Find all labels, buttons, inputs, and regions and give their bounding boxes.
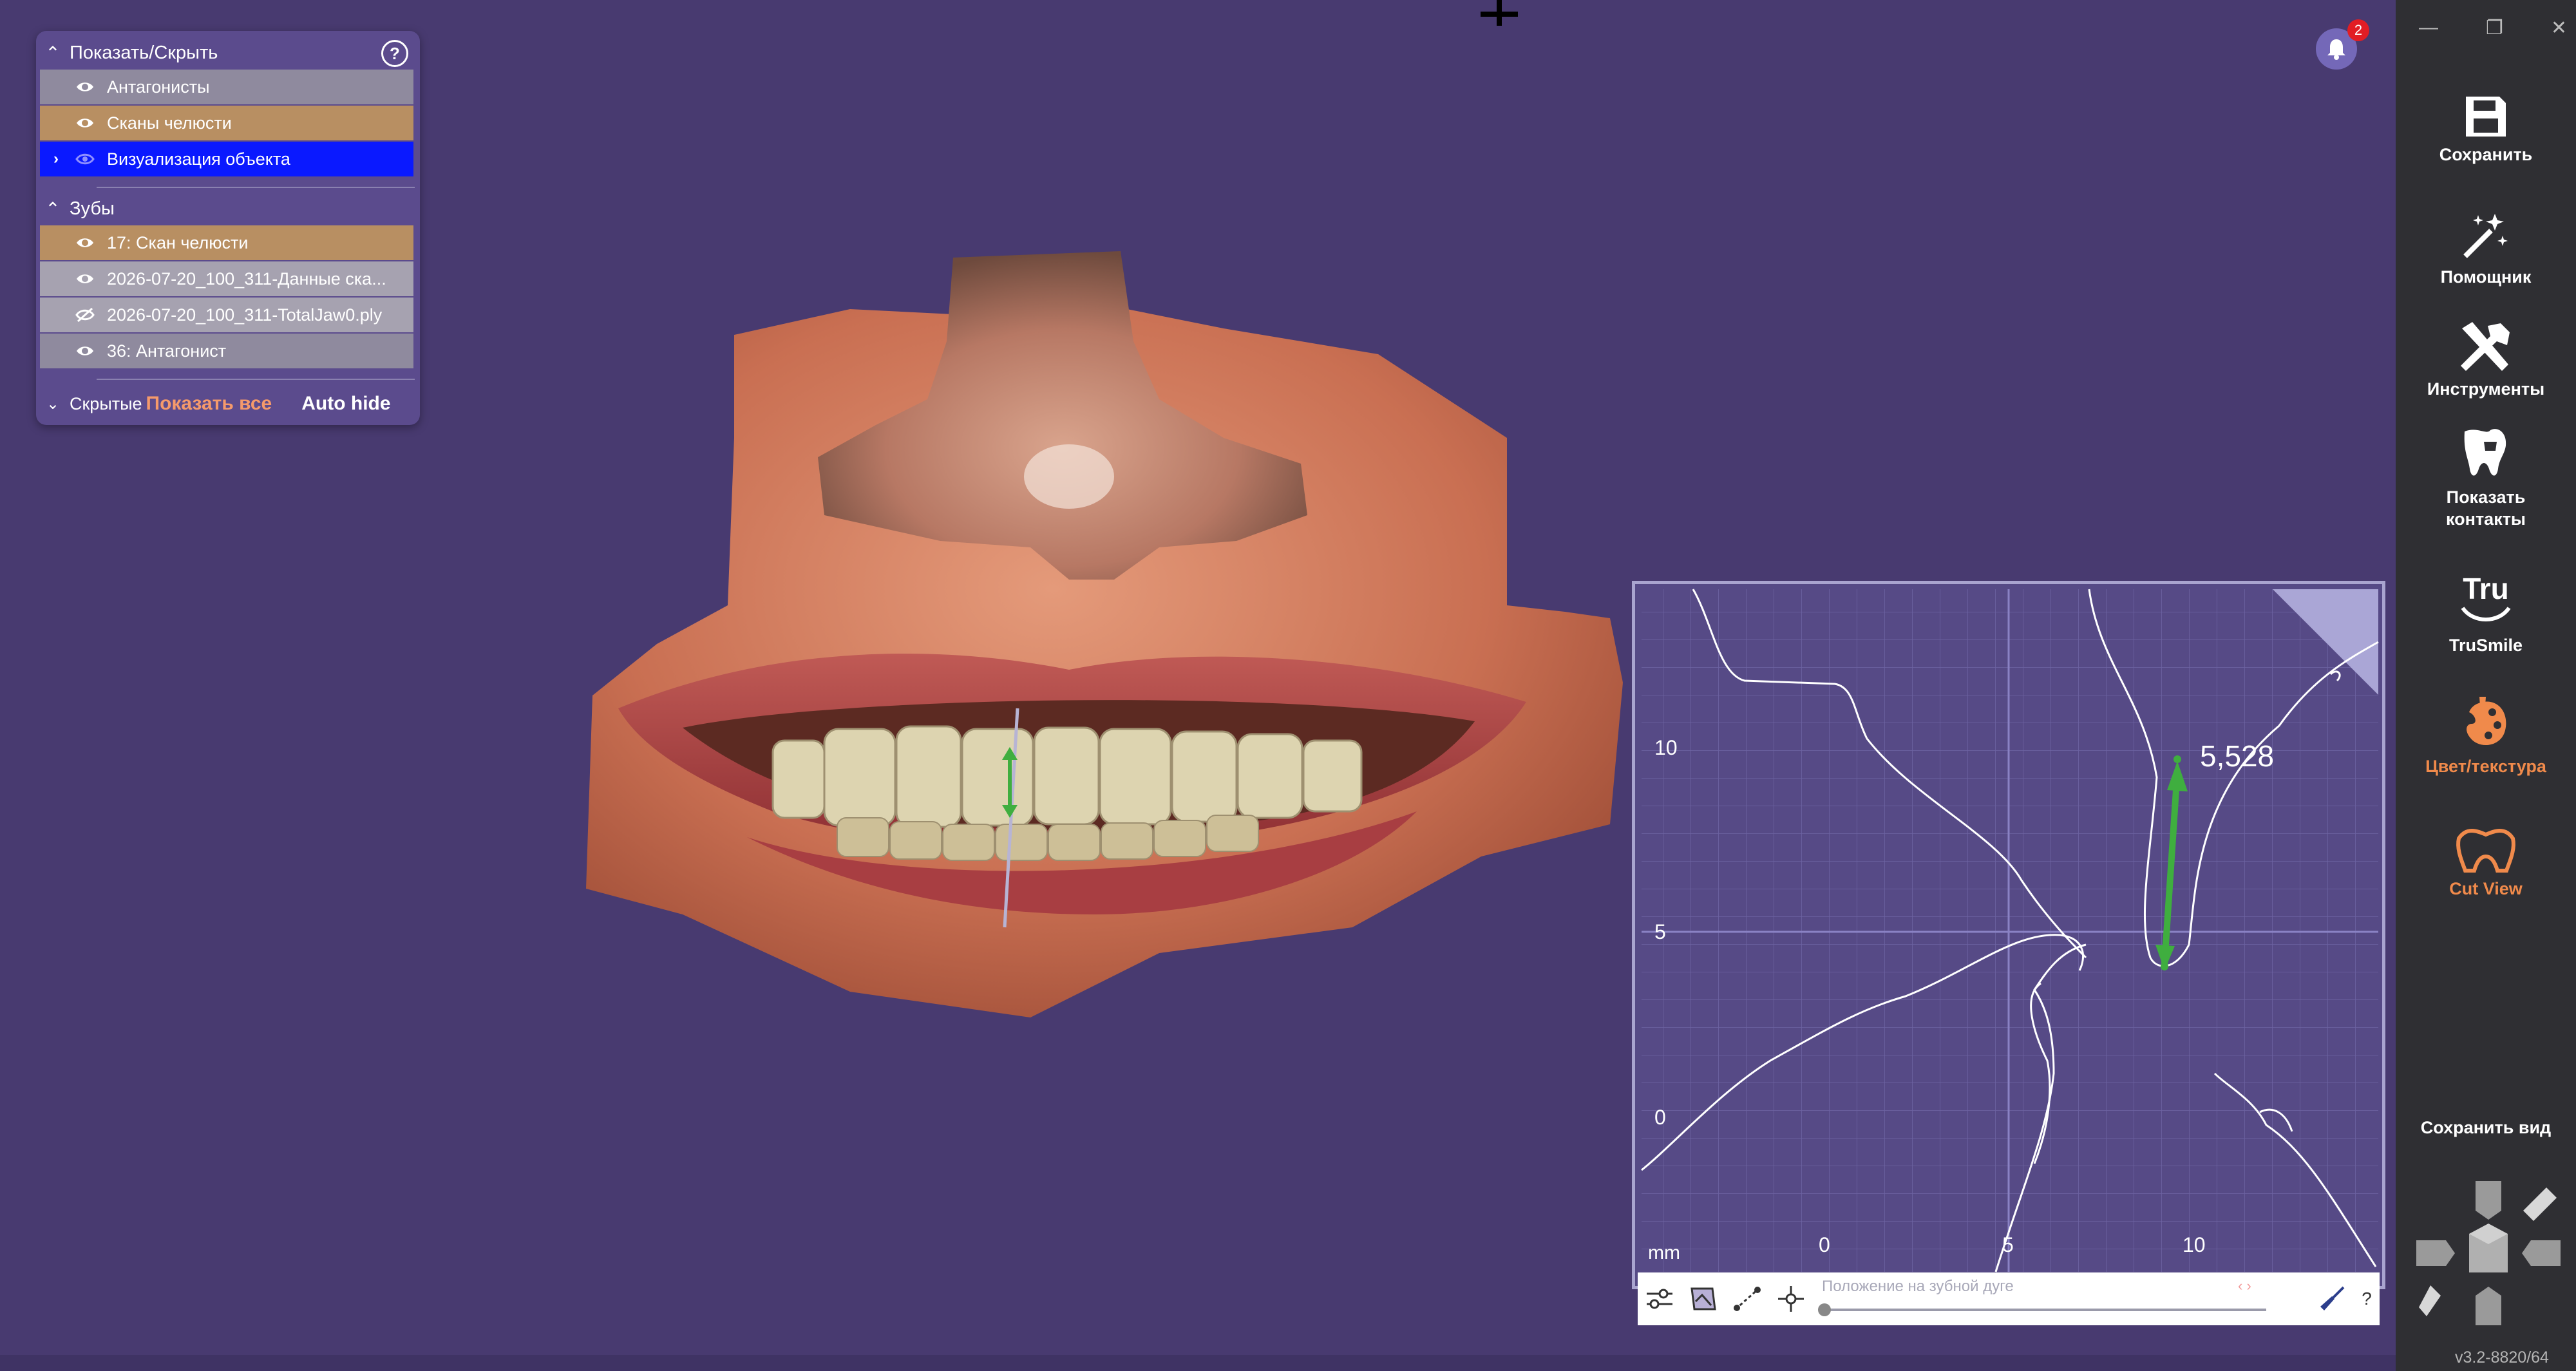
version-label: v3.2-8820/64: [2455, 1348, 2549, 1366]
list-item-label: Сканы челюсти: [107, 113, 232, 133]
list-item-object-visualization[interactable]: › Визуализация объекта: [40, 142, 413, 176]
minimize-button[interactable]: —: [2419, 17, 2438, 43]
measurement-label: 5,528: [2200, 739, 2275, 773]
slider-track[interactable]: [1822, 1309, 2266, 1311]
slider-label: Положение на зубной дуге: [1822, 1278, 2014, 1295]
plane-icon: [1690, 1287, 1716, 1310]
section-title: Зубы: [70, 198, 115, 219]
chevron-up-icon: ⌃: [45, 43, 61, 63]
divider: [97, 187, 415, 188]
x-tick-0: 0: [1819, 1233, 1830, 1256]
list-item-label: 2026-07-20_100_311-Данные ска...: [107, 269, 386, 288]
tools-label: Инструменты: [2427, 379, 2545, 399]
measure-line-icon: [1734, 1287, 1761, 1311]
list-item-jaw-scans[interactable]: Сканы челюсти: [40, 106, 413, 140]
eye-icon[interactable]: [72, 261, 98, 296]
restore-button[interactable]: ❐: [2486, 17, 2503, 43]
save-label: Сохранить: [2439, 145, 2533, 164]
eye-icon[interactable]: [72, 142, 98, 176]
trusmile-button[interactable]: Tru TruSmile: [2396, 572, 2576, 656]
clear-button[interactable]: [2310, 1276, 2354, 1321]
y-tick-5: 5: [1654, 920, 1666, 943]
show-contacts-button[interactable]: Показать контакты: [2396, 426, 2576, 530]
bottom-strip: [0, 1355, 2396, 1371]
section-title: Показать/Скрыть: [70, 42, 218, 63]
slider-handle[interactable]: [1818, 1303, 1831, 1316]
assistant-label: Помощник: [2440, 267, 2532, 287]
chevron-down-icon[interactable]: ⌄: [36, 395, 70, 413]
tools-icon: [2461, 322, 2510, 371]
cut-view-plot: [1641, 589, 2379, 1272]
svg-text:Tru: Tru: [2463, 572, 2509, 605]
face-scan-model[interactable]: [580, 245, 1636, 1043]
right-sidebar: [2396, 0, 2576, 1371]
list-item-antagonists[interactable]: Антагонисты: [40, 70, 413, 104]
chevron-right-icon[interactable]: ›: [40, 150, 72, 168]
show-hide-panel: ⌃ Показать/Скрыть ? Антагонисты Сканы че…: [36, 31, 420, 425]
sliders-settings-button[interactable]: [1638, 1276, 1681, 1321]
section-hidden: ⌄ Скрытые Показать все Auto hide: [36, 386, 420, 421]
eye-icon[interactable]: [72, 334, 98, 368]
list-item-total-jaw[interactable]: 2026-07-20_100_311-TotalJaw0.ply: [40, 298, 413, 332]
show-contacts-label: Показать контакты: [2446, 487, 2526, 529]
cut-view-toolbar: Положение на зубной дуге ‹ › ?: [1638, 1272, 2380, 1325]
crosshair-icon: [1481, 0, 1518, 26]
tools-button[interactable]: Инструменты: [2396, 319, 2576, 400]
cut-view-label: Cut View: [2449, 879, 2523, 898]
list-item-label: 36: Антагонист: [107, 341, 227, 361]
auto-hide-button[interactable]: Auto hide: [301, 393, 390, 415]
x-tick-5: 5: [2002, 1233, 2014, 1256]
plane-view-button[interactable]: [1681, 1276, 1725, 1321]
color-texture-button[interactable]: Цвет/текстура: [2396, 695, 2576, 777]
eye-icon[interactable]: [72, 106, 98, 140]
assistant-button[interactable]: Помощник: [2396, 210, 2576, 288]
bell-icon: [2327, 39, 2345, 60]
measure-points-button[interactable]: [1769, 1276, 1813, 1321]
x-tick-10: 10: [2183, 1233, 2206, 1256]
section-show-hide[interactable]: ⌃ Показать/Скрыть: [36, 36, 420, 70]
show-all-button[interactable]: Показать все: [146, 393, 272, 415]
close-button[interactable]: ✕: [2551, 17, 2567, 43]
list-item-label: 17: Скан челюсти: [107, 232, 249, 252]
view-cube-icon[interactable]: [2414, 1178, 2563, 1328]
window-controls: — ❐ ✕: [2419, 17, 2567, 43]
y-tick-0: 0: [1654, 1106, 1666, 1129]
list-item-label: 2026-07-20_100_311-TotalJaw0.ply: [107, 305, 383, 325]
list-item-scan-data[interactable]: 2026-07-20_100_311-Данные ска...: [40, 261, 413, 296]
help-icon[interactable]: ?: [381, 40, 408, 67]
cut-view-panel[interactable]: 5,528 10 5 0 0 5 10 mm: [1632, 581, 2385, 1289]
color-texture-label: Цвет/текстура: [2425, 757, 2546, 776]
eye-icon[interactable]: [72, 225, 98, 260]
trusmile-icon: Tru: [2461, 572, 2511, 621]
divider: [97, 379, 415, 380]
eye-icon[interactable]: [72, 70, 98, 104]
section-teeth[interactable]: ⌃ Зубы: [36, 192, 420, 225]
arch-position-slider[interactable]: Положение на зубной дуге ‹ ›: [1813, 1272, 2310, 1325]
trusmile-label: TruSmile: [2448, 636, 2523, 655]
y-tick-10: 10: [1654, 736, 1678, 759]
eye-hidden-icon[interactable]: [72, 298, 98, 332]
list-item-label: Визуализация объекта: [107, 149, 290, 169]
chevron-up-icon: ⌃: [45, 198, 61, 219]
cut-view-icon: [2456, 829, 2515, 873]
save-button[interactable]: Сохранить: [2396, 94, 2576, 165]
list-item-label: Антагонисты: [107, 77, 210, 97]
measure-distance-button[interactable]: [1725, 1276, 1769, 1321]
hidden-label: Скрытые: [70, 393, 142, 413]
broom-icon: [2320, 1286, 2345, 1310]
tooth-contacts-icon: [2464, 429, 2506, 476]
unit-label: mm: [1648, 1242, 1680, 1263]
palette-icon: [2467, 697, 2506, 746]
list-item-tooth-17[interactable]: 17: Скан челюсти: [40, 225, 413, 260]
list-item-antagonist-36[interactable]: 36: Антагонист: [40, 334, 413, 368]
crosshair-points-icon: [1778, 1286, 1804, 1312]
sliders-icon: [1647, 1289, 1672, 1309]
magic-wand-icon: [2463, 214, 2508, 258]
floppy-icon: [2466, 97, 2506, 137]
help-button[interactable]: ?: [2354, 1289, 2380, 1309]
save-view-button[interactable]: Сохранить вид: [2396, 1118, 2576, 1138]
notification-badge: 2: [2347, 19, 2369, 41]
slider-arrows-icon[interactable]: ‹ ›: [2238, 1278, 2251, 1294]
cut-view-button[interactable]: Cut View: [2396, 824, 2576, 900]
